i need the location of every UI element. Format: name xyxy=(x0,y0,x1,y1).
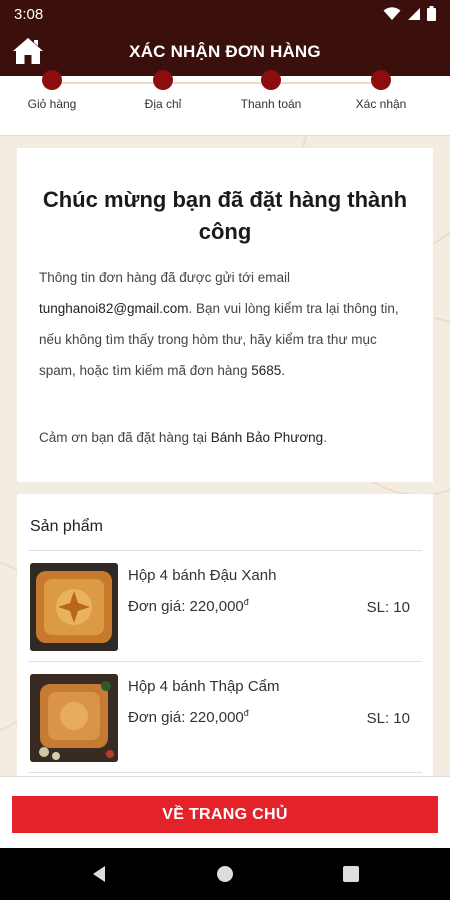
step-label: Giỏ hàng xyxy=(27,97,77,111)
customer-email: tunghanoi82@gmail.com xyxy=(39,301,189,316)
step-dot xyxy=(42,70,62,90)
order-code: 5685 xyxy=(251,363,282,378)
back-home-button[interactable]: VỀ TRANG CHỦ xyxy=(12,796,438,833)
system-icons xyxy=(383,6,436,21)
products-header: Sản phẩm xyxy=(30,518,103,535)
wifi-icon xyxy=(383,6,401,20)
divider xyxy=(28,772,422,773)
step-cart[interactable]: Giỏ hàng xyxy=(7,70,97,111)
system-nav-bar xyxy=(0,848,450,900)
home-nav-icon[interactable] xyxy=(216,865,234,883)
steps-connector xyxy=(55,82,380,84)
success-title: Chúc mừng bạn đã đặt hàng thành công xyxy=(42,187,408,244)
signal-icon xyxy=(408,7,420,20)
product-item[interactable]: Hộp 4 bánh Đậu Xanh Đơn giá: 220,000đ SL… xyxy=(28,551,422,661)
step-dot xyxy=(371,70,391,90)
message-text: Thông tin đơn hàng đã được gửi tới email xyxy=(39,270,291,285)
step-confirm[interactable]: Xác nhận xyxy=(336,70,426,111)
product-image xyxy=(30,674,118,762)
product-image xyxy=(30,563,118,651)
step-label: Xác nhận xyxy=(355,97,407,111)
currency-symbol: đ xyxy=(243,597,249,607)
back-icon[interactable] xyxy=(90,865,108,883)
step-label: Địa chỉ xyxy=(144,97,182,111)
price-label: Đơn giá: xyxy=(128,598,190,615)
page-title: XÁC NHẬN ĐƠN HÀNG xyxy=(129,42,321,61)
message-text: . xyxy=(281,363,286,378)
price-value: 220,000 xyxy=(189,598,244,615)
product-name: Hộp 4 bánh Đậu Xanh xyxy=(128,567,277,584)
confirmation-message: Thông tin đơn hàng đã được gửi tới email… xyxy=(39,262,413,386)
product-quantity: SL: 10 xyxy=(366,599,410,616)
thanks-message: Cảm ơn bạn đã đặt hàng tại Bánh Bảo Phươ… xyxy=(39,430,413,445)
products-card: Sản phẩm Hộp 4 bánh Đậu Xanh Đơn giá: 22… xyxy=(17,494,433,776)
app-header: XÁC NHẬN ĐƠN HÀNG xyxy=(0,28,450,76)
step-dot xyxy=(261,70,281,90)
step-address[interactable]: Địa chỉ xyxy=(118,70,208,111)
step-payment[interactable]: Thanh toán xyxy=(226,70,316,111)
product-item[interactable]: Hộp 4 bánh Thập Cẩm Đơn giá: 220,000đ SL… xyxy=(28,662,422,772)
status-time: 3:08 xyxy=(14,6,44,23)
step-label: Thanh toán xyxy=(240,97,302,111)
product-price: Đơn giá: 220,000đ xyxy=(128,597,249,615)
price-value: 220,000 xyxy=(189,709,244,726)
product-price: Đơn giá: 220,000đ xyxy=(128,708,249,726)
thanks-text: . xyxy=(323,430,327,445)
product-quantity: SL: 10 xyxy=(366,710,410,727)
currency-symbol: đ xyxy=(243,708,249,718)
price-label: Đơn giá: xyxy=(128,709,190,726)
shop-name: Bánh Bảo Phương xyxy=(210,430,324,445)
product-name: Hộp 4 bánh Thập Cẩm xyxy=(128,678,280,695)
recents-icon[interactable] xyxy=(342,865,360,883)
thanks-text: Cảm ơn bạn đã đặt hàng tại xyxy=(39,430,211,445)
battery-icon xyxy=(427,6,436,21)
checkout-steps: Giỏ hàng Địa chỉ Thanh toán Xác nhận xyxy=(0,70,450,136)
step-dot xyxy=(153,70,173,90)
status-bar: 3:08 xyxy=(0,0,450,28)
content-area[interactable]: Chúc mừng bạn đã đặt hàng thành công Thô… xyxy=(0,136,450,776)
confirmation-card: Chúc mừng bạn đã đặt hàng thành công Thô… xyxy=(17,148,433,482)
bottom-bar: VỀ TRANG CHỦ xyxy=(0,776,450,848)
